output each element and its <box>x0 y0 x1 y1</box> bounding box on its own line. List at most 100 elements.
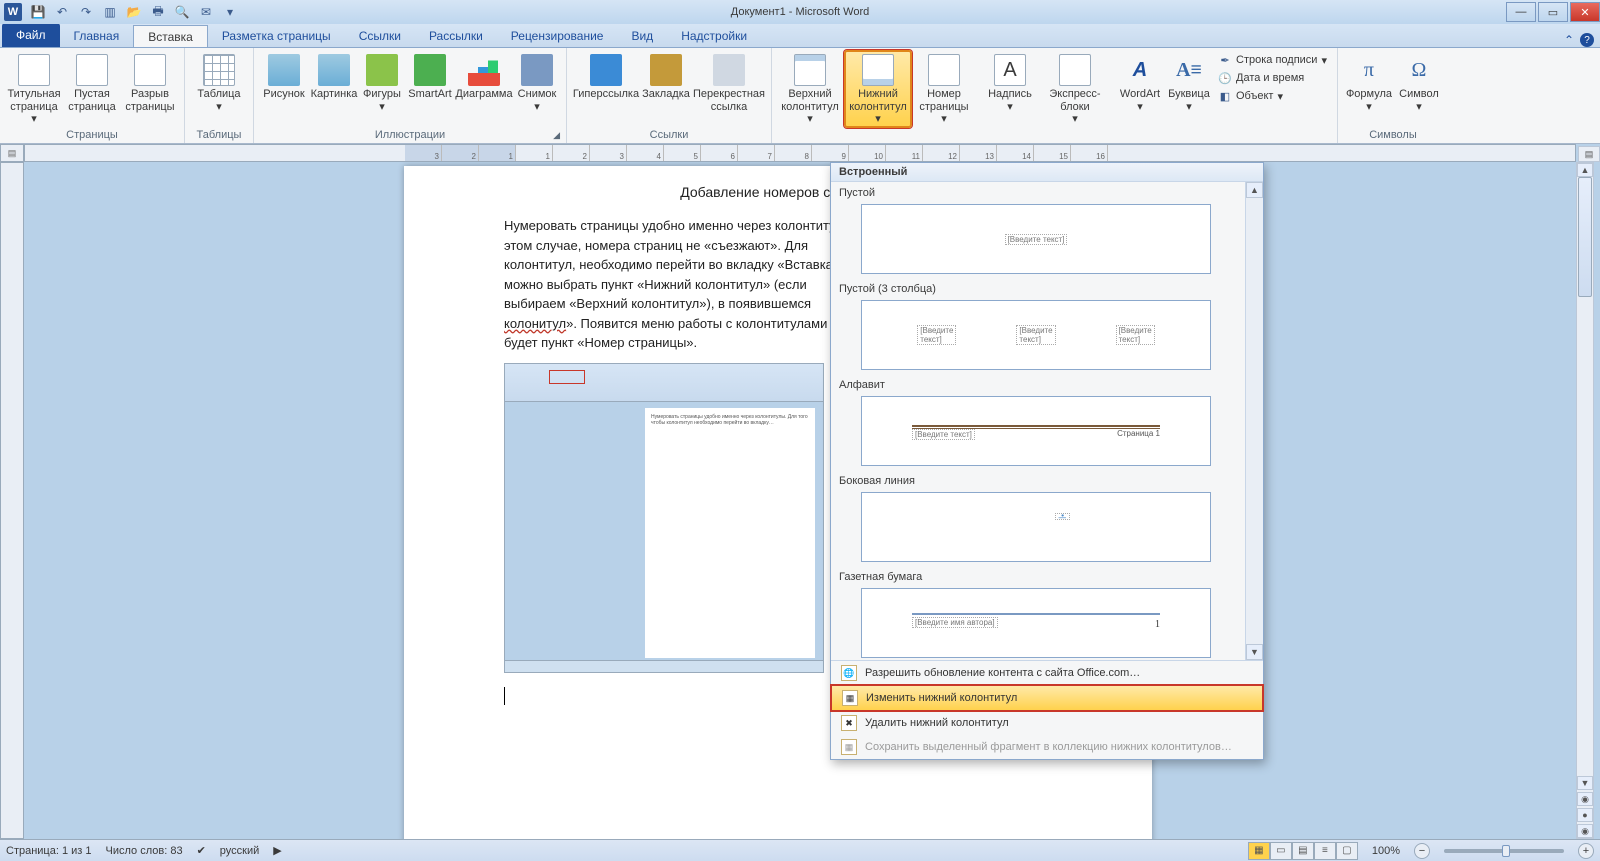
gallery-item-three-col[interactable]: [Введите текст] [Введите текст] [Введите… <box>861 300 1211 370</box>
table-icon <box>203 54 235 86</box>
qat-print-icon[interactable]: 🖶 <box>150 4 166 20</box>
title-page-icon <box>18 54 50 86</box>
hyperlink-button[interactable]: Гиперссылка <box>573 50 639 101</box>
group-header-footer-label <box>778 128 974 144</box>
screenshot-button[interactable]: Снимок▾ <box>514 50 560 113</box>
maximize-button[interactable]: ▭ <box>1538 2 1568 22</box>
scroll-up-icon[interactable]: ▲ <box>1246 182 1263 198</box>
chart-button[interactable]: Диаграмма <box>456 50 512 101</box>
zoom-in-button[interactable]: + <box>1578 843 1594 859</box>
vertical-scrollbar[interactable]: ▲ ▼ ◉ ● ◉ <box>1576 162 1594 839</box>
page-number-icon <box>928 54 960 86</box>
qat-preview-icon[interactable]: 🔍 <box>174 4 190 20</box>
equation-button[interactable]: πФормула▾ <box>1344 50 1394 113</box>
tab-home[interactable]: Главная <box>60 25 134 47</box>
status-proofing-icon[interactable]: ✔ <box>197 844 206 857</box>
edit-footer-icon: ▦ <box>842 690 858 706</box>
symbol-button[interactable]: ΩСимвол▾ <box>1396 50 1442 113</box>
picture-button[interactable]: Рисунок <box>260 50 308 101</box>
footer-button[interactable]: Нижний колонтитул▾ <box>844 50 912 128</box>
scroll-down-icon[interactable]: ▼ <box>1246 644 1263 660</box>
date-time-button[interactable]: 🕒Дата и время <box>1214 70 1331 86</box>
bookmark-button[interactable]: Закладка <box>641 50 691 101</box>
gallery-item-sideline[interactable]: •| <box>861 492 1211 562</box>
cmd-remove-footer[interactable]: ✖Удалить нижний колонтитул <box>831 711 1263 735</box>
image-button[interactable]: Картинка <box>310 50 358 101</box>
close-button[interactable]: ✕ <box>1570 2 1600 22</box>
ruler-toggle-icon[interactable]: ▤ <box>1578 146 1600 162</box>
symbol-icon: Ω <box>1403 54 1435 86</box>
zoom-slider-knob[interactable] <box>1502 845 1510 857</box>
browse-object-icon[interactable]: ● <box>1577 808 1593 822</box>
view-web-layout[interactable]: ▤ <box>1292 842 1314 860</box>
help-icon[interactable]: ? <box>1580 33 1594 47</box>
prev-page-icon[interactable]: ◉ <box>1577 792 1593 806</box>
table-button[interactable]: Таблица▾ <box>191 50 247 113</box>
zoom-out-button[interactable]: − <box>1414 843 1430 859</box>
scroll-down-icon[interactable]: ▼ <box>1577 776 1593 790</box>
signature-line-button[interactable]: ✒Строка подписи ▾ <box>1214 52 1331 68</box>
tab-mailings[interactable]: Рассылки <box>415 25 497 47</box>
qat-more-icon[interactable]: ▾ <box>222 4 238 20</box>
dropcap-button[interactable]: A≡Буквица▾ <box>1166 50 1212 113</box>
view-print-layout[interactable]: ▦ <box>1248 842 1270 860</box>
qat-redo-icon[interactable]: ↷ <box>78 4 94 20</box>
object-icon: ◧ <box>1218 89 1232 103</box>
tab-review[interactable]: Рецензирование <box>497 25 618 47</box>
tab-insert[interactable]: Вставка <box>133 25 208 47</box>
qat-mail-icon[interactable]: ✉ <box>198 4 214 20</box>
document-canvas[interactable]: Добавление номеров страниц Нумеровать ст… <box>24 162 1576 839</box>
status-macro-icon[interactable]: ▶ <box>273 844 281 857</box>
tab-references[interactable]: Ссылки <box>345 25 415 47</box>
qat-open-icon[interactable]: 📂 <box>126 4 142 20</box>
tab-view[interactable]: Вид <box>617 25 667 47</box>
tab-addins[interactable]: Надстройки <box>667 25 761 47</box>
view-full-screen[interactable]: ▭ <box>1270 842 1292 860</box>
tab-file[interactable]: Файл <box>2 23 60 47</box>
qat-new-icon[interactable]: ▥ <box>102 4 118 20</box>
embedded-screenshot: Нумеровать страницы удобно именно через … <box>504 363 824 673</box>
cmd-office-com[interactable]: 🌐Разрешить обновление контента с сайта O… <box>831 661 1263 685</box>
gallery-item-empty[interactable]: [Введите текст] <box>861 204 1211 274</box>
zoom-slider[interactable] <box>1444 849 1564 853</box>
vertical-ruler[interactable] <box>0 162 24 839</box>
view-outline[interactable]: ≡ <box>1314 842 1336 860</box>
status-word-count[interactable]: Число слов: 83 <box>106 845 183 857</box>
next-page-icon[interactable]: ◉ <box>1577 824 1593 838</box>
header-button[interactable]: Верхний колонтитул▾ <box>778 50 842 126</box>
group-pages: Титульная страница▾ Пустая страница Разр… <box>0 48 185 143</box>
horizontal-ruler[interactable]: 321 12345678910111213141516 <box>24 144 1576 162</box>
qat-undo-icon[interactable]: ↶ <box>54 4 70 20</box>
cmd-edit-footer[interactable]: ▦Изменить нижний колонтитул <box>830 684 1264 712</box>
ribbon-minimize-icon[interactable]: ⌃ <box>1564 33 1574 47</box>
minimize-button[interactable]: — <box>1506 2 1536 22</box>
shapes-button[interactable]: Фигуры▾ <box>360 50 404 113</box>
crossref-button[interactable]: Перекрестная ссылка <box>693 50 765 113</box>
status-page[interactable]: Страница: 1 из 1 <box>6 845 92 857</box>
qat-save-icon[interactable]: 💾 <box>30 4 46 20</box>
zoom-level[interactable]: 100% <box>1372 845 1400 857</box>
quickparts-button[interactable]: Экспресс-блоки▾ <box>1036 50 1114 126</box>
view-draft[interactable]: ▢ <box>1336 842 1358 860</box>
object-button[interactable]: ◧Объект ▾ <box>1214 88 1331 104</box>
textbox-button[interactable]: AНадпись▾ <box>986 50 1034 113</box>
gallery-item-newspaper[interactable]: [Введите имя автора] 1 <box>861 588 1211 658</box>
tab-page-layout[interactable]: Разметка страницы <box>208 25 345 47</box>
illustrations-launcher-icon[interactable]: ◢ <box>553 130 560 141</box>
page-number-button[interactable]: Номер страницы▾ <box>914 50 974 126</box>
ruler-corner[interactable]: ▤ <box>0 144 24 162</box>
group-links-label: Ссылки <box>573 127 765 143</box>
group-symbols-label: Символы <box>1344 127 1442 143</box>
group-illustrations: Рисунок Картинка Фигуры▾ SmartArt Диагра… <box>254 48 567 143</box>
scroll-thumb[interactable] <box>1578 177 1592 297</box>
gallery-scrollbar[interactable]: ▲ ▼ <box>1245 182 1263 660</box>
status-language[interactable]: русский <box>220 845 259 857</box>
datetime-icon: 🕒 <box>1218 71 1232 85</box>
smartart-button[interactable]: SmartArt <box>406 50 454 101</box>
title-page-button[interactable]: Титульная страница▾ <box>6 50 62 126</box>
wordart-button[interactable]: AWordArt▾ <box>1116 50 1164 113</box>
page-break-button[interactable]: Разрыв страницы <box>122 50 178 113</box>
scroll-up-icon[interactable]: ▲ <box>1577 163 1593 177</box>
gallery-item-alphabet[interactable]: [Введите текст] Страница 1 <box>861 396 1211 466</box>
blank-page-button[interactable]: Пустая страница <box>64 50 120 113</box>
